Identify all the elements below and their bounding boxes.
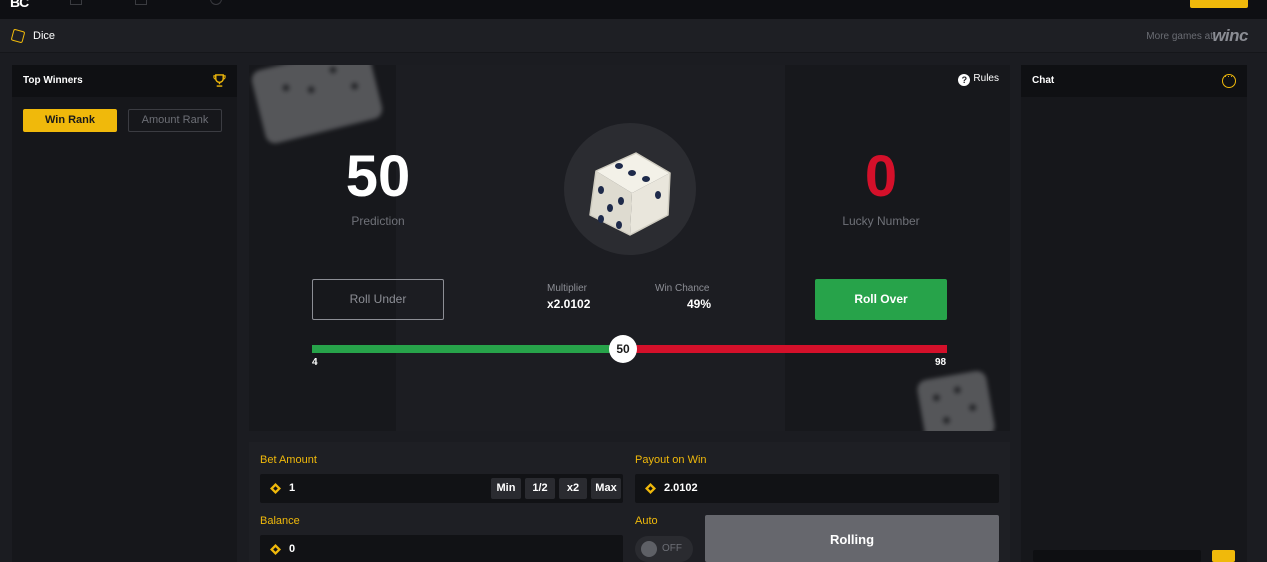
tab-win-rank[interactable]: Win Rank bbox=[23, 109, 117, 132]
top-winners-panel: Top Winners Win Rank Amount Rank bbox=[12, 65, 237, 562]
nav-item[interactable] bbox=[70, 0, 82, 5]
bnb-coin-icon bbox=[645, 483, 656, 494]
auto-toggle-state: OFF bbox=[662, 543, 682, 554]
game-title-bar: Dice More games at winc bbox=[0, 19, 1267, 53]
bnb-coin-icon bbox=[270, 544, 281, 555]
decorative-dice-icon bbox=[915, 369, 997, 431]
bet-half-button[interactable]: 1/2 bbox=[525, 478, 555, 499]
win-chance-label: Win Chance bbox=[655, 283, 710, 294]
bet-amount-value[interactable]: 1 bbox=[289, 482, 295, 494]
balance-field: 0 bbox=[260, 535, 623, 562]
multiplier-value: x2.0102 bbox=[547, 297, 591, 311]
dice-icon bbox=[10, 28, 26, 44]
login-button[interactable] bbox=[1190, 0, 1248, 8]
bnb-coin-icon bbox=[270, 483, 281, 494]
chat-panel: Chat bbox=[1021, 65, 1247, 562]
dice-game-board: ? Rules 50 Prediction 0 Lucky Number Roll… bbox=[249, 65, 1010, 431]
winc-logo[interactable]: winc bbox=[1212, 26, 1248, 46]
nav-item[interactable] bbox=[135, 0, 147, 5]
lucky-number-label: Lucky Number bbox=[842, 214, 920, 228]
prediction-value: 50 bbox=[345, 144, 411, 209]
chat-header: Chat bbox=[1021, 65, 1247, 97]
lucky-number-value: 0 bbox=[864, 144, 898, 209]
prediction-label: Prediction bbox=[351, 214, 405, 228]
bet-amount-label: Bet Amount bbox=[260, 454, 317, 466]
top-winners-header: Top Winners bbox=[12, 65, 237, 97]
bet-max-button[interactable]: Max bbox=[591, 478, 621, 499]
dice-icon bbox=[589, 152, 671, 236]
slider-over-range[interactable] bbox=[624, 345, 947, 353]
win-chance-value: 49% bbox=[687, 297, 712, 311]
multiplier-label: Multiplier bbox=[547, 283, 588, 294]
rules-link[interactable]: ? Rules bbox=[958, 73, 999, 86]
chat-title: Chat bbox=[1032, 75, 1055, 86]
bet-amount-field[interactable]: 1 Min 1/2 x2 Max bbox=[260, 474, 623, 503]
auto-toggle[interactable]: OFF bbox=[635, 536, 693, 562]
slider-under-range[interactable] bbox=[312, 345, 624, 353]
rules-label: Rules bbox=[973, 73, 999, 84]
top-winners-title: Top Winners bbox=[23, 75, 83, 86]
bet-min-button[interactable]: Min bbox=[491, 478, 521, 499]
slider-min-label: 4 bbox=[312, 357, 318, 368]
slider-max-label: 98 bbox=[935, 357, 947, 368]
rolling-button[interactable]: Rolling bbox=[705, 515, 999, 562]
balance-label: Balance bbox=[260, 515, 300, 527]
chat-send-button[interactable] bbox=[1212, 550, 1235, 562]
tab-amount-rank[interactable]: Amount Rank bbox=[128, 109, 222, 132]
payout-label: Payout on Win bbox=[635, 454, 707, 466]
chat-bubble-icon[interactable] bbox=[1222, 71, 1236, 88]
dice-display bbox=[564, 123, 696, 255]
page-title: Dice bbox=[33, 30, 56, 42]
nav-item[interactable] bbox=[210, 0, 222, 5]
top-nav-bar: BC bbox=[0, 0, 1267, 19]
site-logo[interactable]: BC bbox=[10, 0, 29, 10]
help-icon: ? bbox=[958, 74, 971, 86]
more-games-text: More games at bbox=[1146, 31, 1213, 42]
payout-field[interactable]: 2.0102 bbox=[635, 474, 999, 503]
payout-value[interactable]: 2.0102 bbox=[664, 482, 698, 494]
bet-panel: Bet Amount 1 Min 1/2 x2 Max Payout on Wi… bbox=[249, 442, 1010, 562]
chat-message-input[interactable] bbox=[1033, 550, 1201, 562]
prediction-slider-handle[interactable]: 50 bbox=[609, 335, 637, 363]
roll-under-button[interactable]: Roll Under bbox=[312, 279, 444, 320]
trophy-icon bbox=[213, 74, 226, 87]
balance-value: 0 bbox=[289, 543, 296, 555]
toggle-knob bbox=[641, 541, 657, 557]
bet-double-button[interactable]: x2 bbox=[559, 478, 587, 499]
roll-over-button[interactable]: Roll Over bbox=[815, 279, 947, 320]
auto-label: Auto bbox=[635, 515, 658, 527]
